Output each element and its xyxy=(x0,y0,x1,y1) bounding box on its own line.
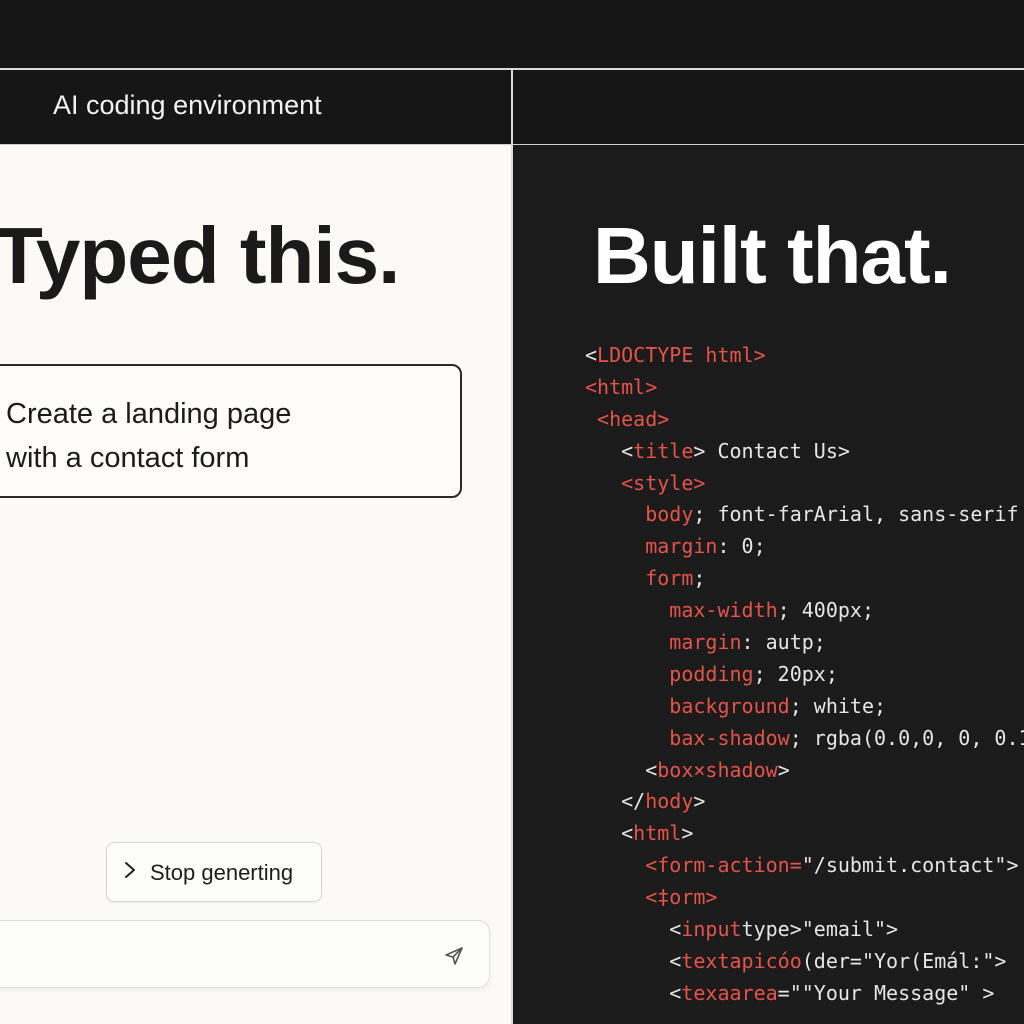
code-keyword: background xyxy=(669,693,790,718)
message-composer[interactable] xyxy=(0,920,490,988)
code-line: <html> xyxy=(585,818,1024,850)
code-line: </hody> xyxy=(585,786,1024,818)
chevron-right-icon xyxy=(123,860,137,886)
code-line: <inputtype>"email"> xyxy=(585,914,1024,946)
code-line: <LDOCTYPE html> xyxy=(585,340,1024,372)
code-keyword: <form-action= xyxy=(645,853,802,878)
code-line: form; xyxy=(585,563,1024,595)
code-keyword: podding xyxy=(669,661,754,686)
code-keyword: box×shadow xyxy=(657,757,778,782)
code-keyword: LDOCTYPE html> xyxy=(597,343,766,367)
code-text: < xyxy=(669,948,682,973)
code-line: <box×shadow> xyxy=(585,755,1024,787)
output-panel: Built that. <LDOCTYPE html> <html> <head>… xyxy=(513,70,1024,1024)
code-keyword: <style> xyxy=(621,470,706,495)
code-text: < xyxy=(621,438,634,463)
code-keyword: input xyxy=(681,917,742,942)
code-keyword: <head> xyxy=(597,406,670,431)
code-keyword: form xyxy=(645,566,694,591)
code-line: <head> xyxy=(585,404,1024,436)
right-header-bar xyxy=(513,70,1024,145)
code-text: "/submit.contact"> xyxy=(801,853,1019,878)
code-text: ; xyxy=(693,566,706,591)
code-line: <‡orm> xyxy=(585,882,1024,914)
code-text: ; font-farArial, sans-serif xyxy=(693,502,1019,527)
code-line: <html> xyxy=(585,372,1024,404)
code-text: =""Your Message" > xyxy=(777,980,995,1005)
code-text: > xyxy=(693,789,706,814)
generated-code-block: <LDOCTYPE html> <html> <head> <title> Con… xyxy=(585,340,1024,1010)
code-line: <title> Contact Us> xyxy=(585,436,1024,468)
code-line: <texaarea=""Your Message" > xyxy=(585,978,1024,1010)
code-line: podding; 20px; xyxy=(585,659,1024,691)
prompt-panel: AI coding environment Typed this. Create… xyxy=(0,70,511,1024)
code-keyword: hody xyxy=(645,789,694,814)
code-keyword: <‡orm> xyxy=(645,885,718,910)
app-title: AI coding environment xyxy=(53,90,322,120)
code-line: margin: autp; xyxy=(585,627,1024,659)
code-text: < xyxy=(585,343,598,367)
code-text: > xyxy=(681,821,694,846)
right-heading: Built that. xyxy=(593,211,952,300)
code-line: body; font-farArial, sans-serif xyxy=(585,499,1024,531)
send-icon[interactable] xyxy=(443,945,465,967)
code-keyword: margin xyxy=(669,630,742,655)
code-line: max-width; 400px; xyxy=(585,595,1024,627)
code-text: : 0; xyxy=(717,534,766,559)
code-text: < xyxy=(669,917,682,942)
code-keyword: textapicóo xyxy=(681,948,802,973)
code-keyword: texaarea xyxy=(681,980,778,1005)
code-text: < xyxy=(621,821,634,846)
code-text: (der="Yor(Emál:"> xyxy=(801,948,1007,973)
code-line: <textapicóo(der="Yor(Emál:"> xyxy=(585,946,1024,978)
stop-generating-label: Stop generting xyxy=(150,860,294,885)
code-text: : autp; xyxy=(741,630,826,655)
code-keyword: margin xyxy=(645,534,718,559)
top-strip xyxy=(0,0,1024,68)
code-text: < xyxy=(669,980,682,1005)
code-line: <style> xyxy=(585,468,1024,500)
code-text: ; rgba(0.0,0, 0, 0.1); xyxy=(789,725,1024,750)
code-keyword: title xyxy=(633,438,694,463)
code-text: </ xyxy=(621,789,646,814)
code-line: bax-shadow; rgba(0.0,0, 0, 0.1); xyxy=(585,723,1024,755)
prompt-line: Create a landing page xyxy=(6,398,292,430)
code-text: > xyxy=(777,757,790,782)
code-text: > Contact Us> xyxy=(693,438,850,463)
code-text: ; white; xyxy=(789,693,887,718)
code-text: type>"email"> xyxy=(741,917,899,942)
prompt-message-text: Create a landing page with a contact for… xyxy=(6,392,291,480)
code-line: background; white; xyxy=(585,691,1024,723)
code-text: ; 400px; xyxy=(777,598,874,623)
code-line: margin: 0; xyxy=(585,531,1024,563)
message-input[interactable] xyxy=(9,939,413,971)
left-header-bar: AI coding environment xyxy=(0,70,511,145)
code-text: < xyxy=(645,757,658,782)
code-line: <form-action="/submit.contact"> xyxy=(585,850,1024,882)
stop-generating-button[interactable]: Stop generting xyxy=(106,842,322,902)
code-keyword: max-width xyxy=(669,598,778,623)
left-heading: Typed this. xyxy=(0,211,400,300)
code-keyword: <html> xyxy=(585,374,658,399)
prompt-message-card: Create a landing page with a contact for… xyxy=(0,364,462,498)
code-keyword: bax-shadow xyxy=(669,725,790,750)
code-text: ; 20px; xyxy=(753,661,838,686)
code-keyword: html xyxy=(633,821,682,846)
code-keyword: body xyxy=(645,502,694,527)
prompt-line: with a contact form xyxy=(6,442,250,474)
